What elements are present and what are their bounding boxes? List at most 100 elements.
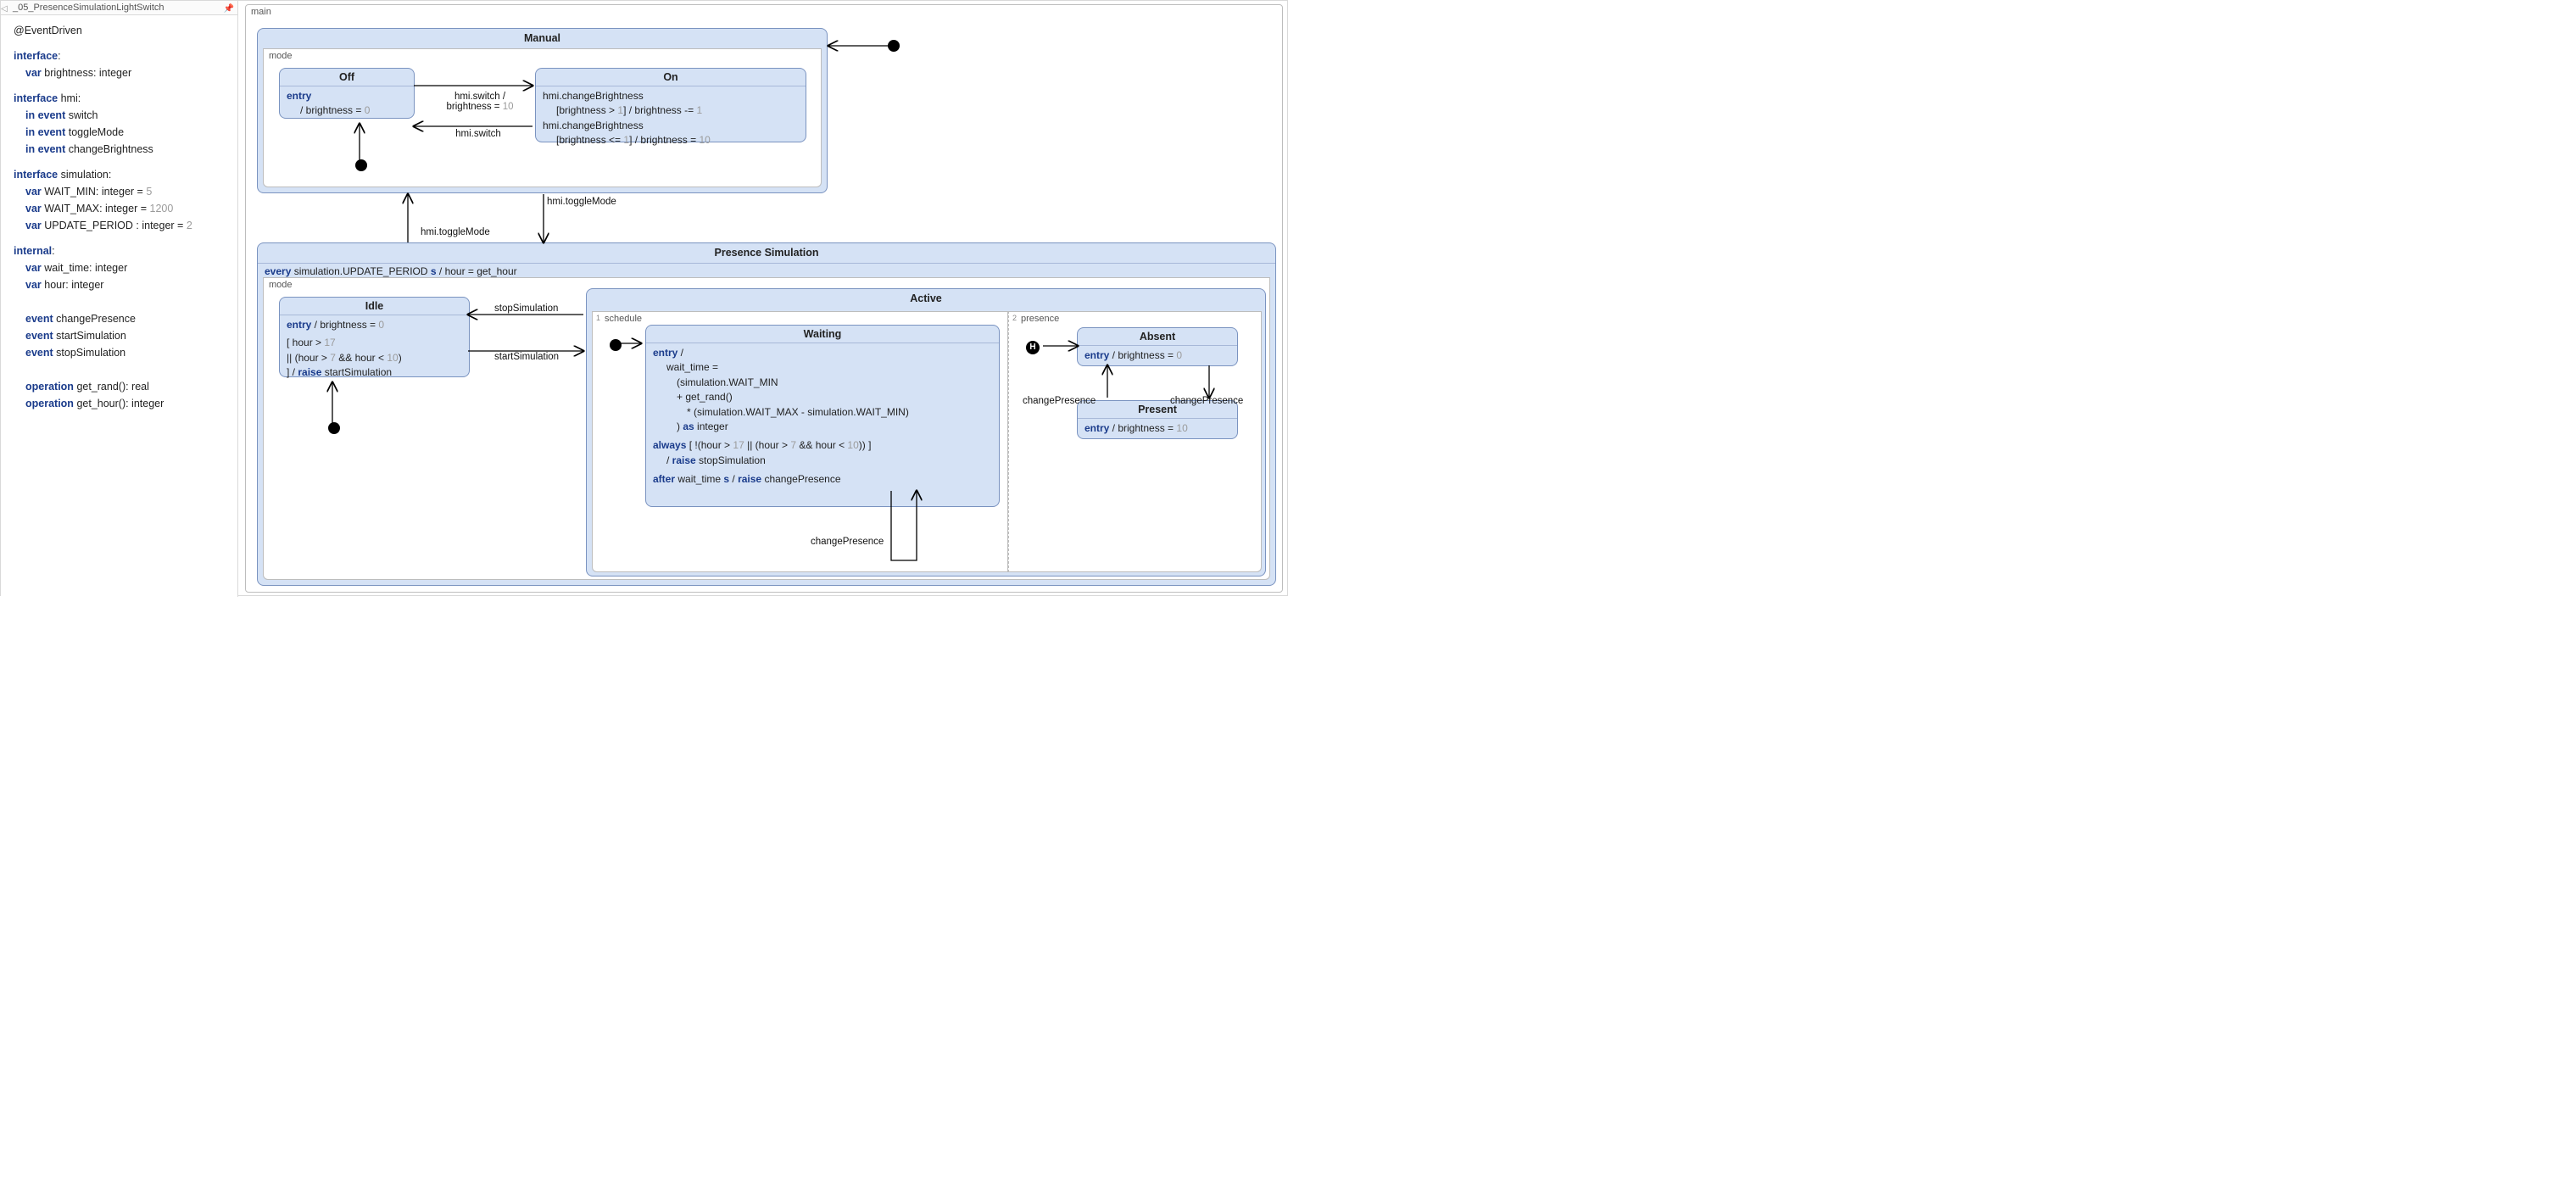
w-after-a: wait_time [675,473,723,485]
kw-interface-sim: interface [14,169,58,181]
chevron-left-icon[interactable]: ◁ [1,2,8,16]
w-always-kw: always [653,439,686,451]
definition-header: ◁ _05_PresenceSimulationLightSwitch 📌 [1,1,237,15]
decl-hour: hour: integer [44,279,103,291]
region-presence-label: presence [1021,314,1059,324]
abs-act: / brightness = [1109,349,1176,361]
state-manual-title: Manual [258,29,827,48]
decl-startSimulation: startSimulation [56,330,126,342]
on-l2b: ] / brightness -= [623,104,696,116]
iface-sim-name: simulation: [61,169,112,181]
on-l2a: [brightness > [556,104,617,116]
abs-kw: entry [1084,349,1109,361]
state-absent-body: entry / brightness = 0 [1078,346,1237,367]
w-entry-sl: / [677,347,683,359]
w-an3: 10 [847,439,858,451]
state-presence-title: Presence Simulation [258,243,1275,263]
region-schedule[interactable]: 1 schedule Waiting entry / wait_time = (… [592,311,1008,572]
diagram-canvas[interactable]: main Manual mode Off entry / brightness … [238,1,1287,595]
decl-waitmax: WAIT_MAX: integer = [44,203,149,214]
kw-var-waitmin: var [25,186,42,198]
state-idle[interactable]: Idle entry / brightness = 0 [ hour > 17 … [279,297,470,377]
trans-present-to-absent[interactable]: changePresence [1023,396,1096,406]
decl-upd: UPDATE_PERIOD : integer = [44,220,187,231]
shallow-history-presence[interactable]: H [1026,341,1040,354]
state-present-body: entry / brightness = 10 [1078,419,1237,440]
state-idle-body: entry / brightness = 0 [ hour > 17 || (h… [280,315,469,385]
region-presence-mode[interactable]: mode Idle entry / brightness = 0 [ hour … [263,277,1270,580]
spec-rest: / hour = get_hour [437,265,517,277]
state-waiting-body: entry / wait_time = (simulation.WAIT_MIN… [646,343,999,492]
state-presence-simulation[interactable]: Presence Simulation every simulation.UPD… [257,242,1276,586]
decl-stopSimulation: stopSimulation [56,347,125,359]
w-l5b: integer [694,421,728,432]
idle-g3b: startSimulation [321,366,392,378]
val-upd: 2 [187,220,192,231]
region-presence-mode-label: mode [269,280,293,290]
state-off[interactable]: Off entry / brightness = 0 [279,68,415,119]
val-waitmax: 1200 [150,203,174,214]
kw-event-cp: event [25,313,53,325]
pres-kw: entry [1084,422,1109,434]
trans-waiting-self[interactable]: changePresence [811,537,884,547]
trans-manual-to-presence[interactable]: hmi.toggleMode [547,197,616,207]
decl-gethour: get_hour(): integer [76,398,164,409]
kw-var-brightness: var [25,67,42,79]
region-manual-mode[interactable]: mode Off entry / brightness = 0 On hmi.c… [263,48,822,187]
state-waiting[interactable]: Waiting entry / wait_time = (simulation.… [645,325,1000,507]
idle-g2n2: 10 [387,352,398,364]
trans-on-to-off[interactable]: hmi.switch [449,129,508,139]
idle-entry-kw: entry [287,319,311,331]
off-entry-val: 0 [365,104,371,116]
annotation-eventdriven: @EventDriven [14,25,82,36]
decl-getrand: get_rand(): real [76,381,148,393]
iface-hmi-name: hmi: [61,92,81,104]
state-on-title: On [536,69,806,86]
initial-state-schedule[interactable] [610,339,622,351]
pin-icon[interactable]: 📌 [224,2,234,16]
w-after-c: changePresence [761,473,840,485]
trans-start-simulation[interactable]: startSimulation [494,352,559,362]
region-presence[interactable]: 2 presence H Absent entry / brightness =… [1008,311,1262,572]
w-l4: * (simulation.WAIT_MAX - simulation.WAIT… [653,406,909,418]
state-active[interactable]: Active 1 schedule Waiting entry / wait_t… [586,288,1266,577]
pres-val: 10 [1176,422,1187,434]
state-off-body: entry / brightness = 0 [280,86,414,123]
state-on[interactable]: On hmi.changeBrightness [brightness > 1]… [535,68,806,142]
state-idle-title: Idle [280,298,469,315]
trans-off-to-on[interactable]: hmi.switch / brightness = 10 [438,92,522,112]
spec-mid: simulation.UPDATE_PERIOD [294,265,431,277]
initial-state-manual[interactable] [355,159,367,171]
abs-val: 0 [1176,349,1182,361]
t-off-on-v: 10 [503,102,514,112]
decl-changeBrightness: changeBrightness [69,143,153,155]
w-l3: + get_rand() [653,391,733,403]
w-ad: )) ] [859,439,872,451]
trans-presence-to-manual[interactable]: hmi.toggleMode [421,227,490,237]
kw-var-waitmax: var [25,203,42,214]
decl-brightness: brightness: integer [44,67,131,79]
decl-switch: switch [69,109,98,121]
initial-state-presence[interactable] [328,422,340,434]
decl-waitmin: WAIT_MIN: integer = [44,186,146,198]
kw-interface-default: interface [14,50,58,62]
on-l2v: 1 [696,104,702,116]
trans-absent-to-present[interactable]: changePresence [1170,396,1243,406]
definition-body[interactable]: @EventDriven interface: var brightness: … [1,15,237,429]
statechart-file-name: _05_PresenceSimulationLightSwitch [13,3,164,13]
state-manual[interactable]: Manual mode Off entry / brightness = 0 O… [257,28,828,193]
w-a2kw: raise [672,454,696,466]
initial-state-main[interactable] [888,40,900,52]
region-presence-index: 2 [1012,314,1017,322]
idle-g2b: && hour < [336,352,387,364]
kw-event-ss: event [25,330,53,342]
trans-stop-simulation[interactable]: stopSimulation [494,304,558,314]
state-absent[interactable]: Absent entry / brightness = 0 [1077,327,1238,366]
w-ab: || (hour > [744,439,791,451]
t-off-on-2: brightness = [447,102,503,112]
on-l1: hmi.changeBrightness [543,90,644,102]
w-after-kw: after [653,473,675,485]
state-off-title: Off [280,69,414,86]
w-a2b: stopSimulation [696,454,766,466]
idle-entry-act: / brightness = [311,319,378,331]
